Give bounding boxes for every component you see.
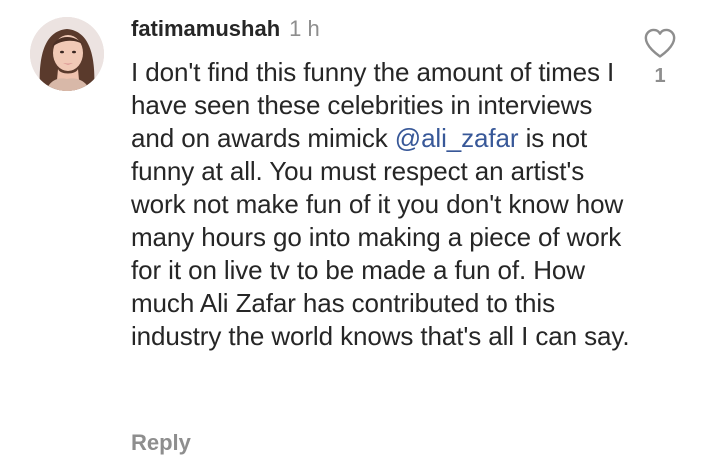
timestamp: 1 h [289,16,320,41]
mention-link[interactable]: @ali_zafar [395,123,519,153]
like-count: 1 [654,65,666,87]
like-section: 1 [640,27,680,88]
reply-button[interactable]: Reply [131,430,191,456]
comment-item: fatimamushah 1 h I don't find this funny … [0,0,720,467]
comment-text-end: is not funny at all. You must respect an… [131,123,630,351]
heart-outline-icon[interactable] [643,27,677,59]
comment-header: fatimamushah 1 h [131,12,320,46]
comment-text: I don't find this funny the amount of ti… [131,56,631,353]
username[interactable]: fatimamushah [131,16,280,41]
avatar[interactable] [30,17,104,91]
avatar-image [30,17,104,91]
